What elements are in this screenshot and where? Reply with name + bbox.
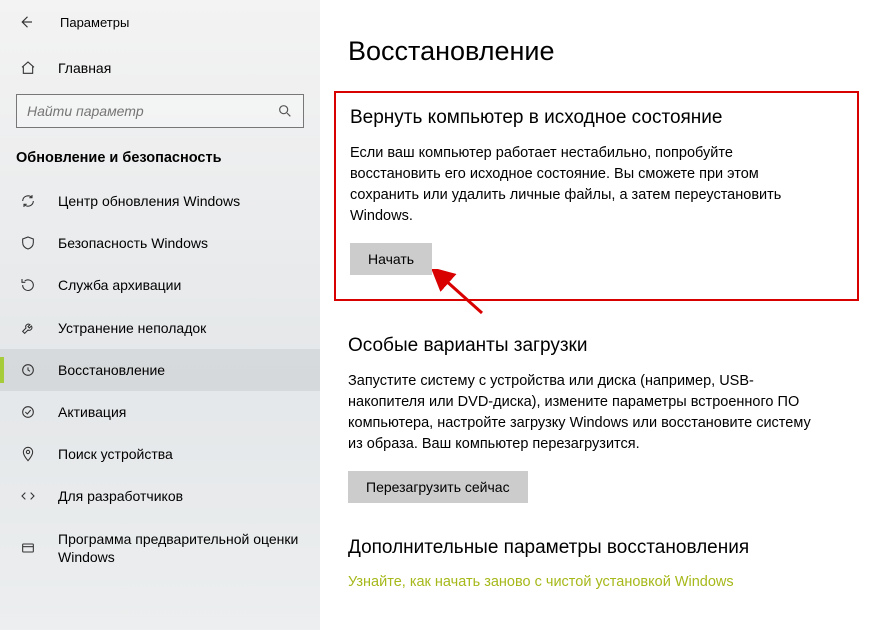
sidebar-item-label: Центр обновления Windows: [58, 192, 240, 210]
sidebar-item-label: Служба архивации: [58, 276, 181, 294]
search-icon: [277, 103, 293, 119]
sidebar-item-windows-update[interactable]: Центр обновления Windows: [0, 180, 320, 222]
sidebar-item-label: Поиск устройства: [58, 445, 173, 463]
search-box[interactable]: [16, 94, 304, 128]
titlebar: Параметры: [0, 8, 320, 50]
reset-body: Если ваш компьютер работает нестабильно,…: [350, 143, 820, 227]
home-icon: [20, 60, 36, 76]
reset-section: Вернуть компьютер в исходное состояние Е…: [334, 91, 859, 301]
insider-icon: [20, 540, 36, 556]
sidebar-home-label: Главная: [58, 60, 111, 76]
sidebar-section-label: Обновление и безопасность: [0, 142, 320, 180]
window-title: Параметры: [60, 15, 129, 30]
troubleshoot-icon: [20, 320, 36, 336]
more-heading: Дополнительные параметры восстановления: [348, 537, 849, 559]
sidebar-item-insider[interactable]: Программа предварительной оценки Windows: [0, 518, 320, 578]
developer-icon: [20, 488, 36, 504]
sidebar-navlist: Центр обновления Windows Безопасность Wi…: [0, 180, 320, 578]
recovery-icon: [20, 362, 36, 378]
activation-icon: [20, 404, 36, 420]
sync-icon: [20, 193, 36, 209]
sidebar-item-troubleshoot[interactable]: Устранение неполадок: [0, 307, 320, 349]
fresh-start-link[interactable]: Узнайте, как начать заново с чистой уста…: [348, 574, 734, 590]
more-recovery-section: Дополнительные параметры восстановления …: [348, 537, 849, 590]
advanced-body: Запустите систему с устройства или диска…: [348, 371, 818, 455]
sidebar-item-recovery[interactable]: Восстановление: [0, 349, 320, 391]
reset-heading: Вернуть компьютер в исходное состояние: [350, 107, 839, 129]
back-button[interactable]: [16, 12, 36, 32]
sidebar-item-home[interactable]: Главная: [0, 50, 320, 86]
sidebar-item-backup[interactable]: Служба архивации: [0, 264, 320, 306]
sidebar-item-label: Активация: [58, 403, 126, 421]
advanced-heading: Особые варианты загрузки: [348, 335, 849, 357]
sidebar-item-find-device[interactable]: Поиск устройства: [0, 433, 320, 475]
sidebar: Параметры Главная Обновление и безопасно…: [0, 0, 320, 630]
sidebar-item-label: Безопасность Windows: [58, 234, 208, 252]
content-area: Восстановление Вернуть компьютер в исход…: [320, 0, 879, 630]
sidebar-item-activation[interactable]: Активация: [0, 391, 320, 433]
page-title: Восстановление: [348, 36, 849, 67]
reset-start-button[interactable]: Начать: [350, 243, 432, 275]
sidebar-item-label: Восстановление: [58, 361, 165, 379]
sidebar-item-developers[interactable]: Для разработчиков: [0, 475, 320, 517]
sidebar-item-label: Устранение неполадок: [58, 319, 206, 337]
restart-now-button[interactable]: Перезагрузить сейчас: [348, 471, 528, 503]
search-input[interactable]: [27, 103, 247, 119]
find-device-icon: [20, 446, 36, 462]
annotation-arrow-icon: [432, 269, 490, 317]
shield-icon: [20, 235, 36, 251]
sidebar-item-security[interactable]: Безопасность Windows: [0, 222, 320, 264]
backup-icon: [20, 277, 36, 293]
sidebar-item-label: Программа предварительной оценки Windows: [58, 530, 304, 566]
sidebar-item-label: Для разработчиков: [58, 487, 183, 505]
advanced-startup-section: Особые варианты загрузки Запустите систе…: [348, 335, 849, 503]
